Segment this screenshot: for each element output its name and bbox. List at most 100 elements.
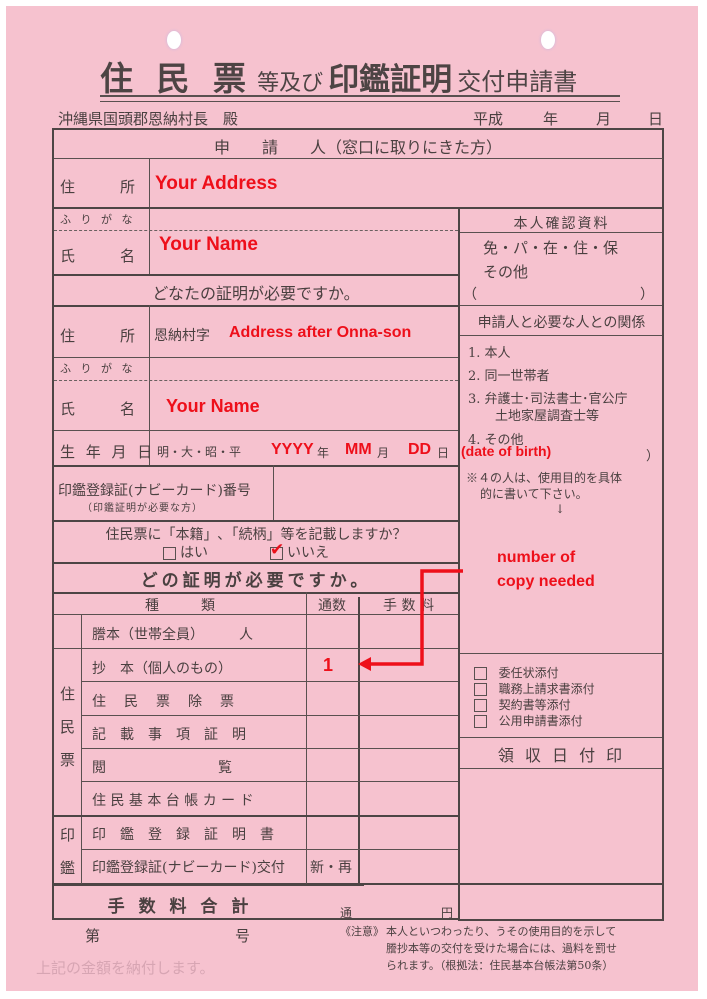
title-inkan-shomei: 印鑑証明	[328, 62, 453, 98]
row-inkan-shomei: 印 鑑 登 録 証 明 書	[92, 827, 274, 843]
applicant-name-label: 氏 名	[60, 247, 136, 265]
date-day-label: 日	[648, 110, 664, 128]
relationship-note-line2: 的に書いて下さい。	[480, 487, 588, 501]
applicant-address-value[interactable]: Your Address	[155, 173, 277, 195]
addressee: 沖縄県国頭郡恩納村長 殿	[58, 110, 239, 128]
target-name-label: 氏 名	[60, 400, 136, 418]
annotation-arrow	[358, 569, 463, 671]
dob-label: 生 年 月 日	[60, 443, 156, 461]
attachment-official-request[interactable]: 職務上請求書添付	[474, 680, 595, 697]
target-address-label: 住 所	[60, 327, 136, 345]
honseki-no-option[interactable]: ✔ いいえ	[270, 540, 329, 562]
target-address-value[interactable]: Address after Onna-son	[229, 324, 411, 342]
group-juminhyo-3: 票	[60, 751, 76, 769]
applicant-name-value[interactable]: Your Name	[159, 234, 258, 256]
relationship-note-line1: ※４の人は、使用目的を具体	[466, 471, 623, 485]
row-etsuran: 閲 覧	[92, 760, 232, 776]
navi-card-new-reissue[interactable]: 新・再	[310, 857, 352, 877]
target-header: どなたの証明が必要ですか。	[152, 284, 360, 303]
caution-line2: 謄抄本等の交付を受けた場合には、過料を罰せ	[386, 942, 617, 955]
attachment-power-of-attorney[interactable]: 委任状添付	[474, 664, 559, 681]
group-juminhyo-1: 住	[60, 685, 76, 703]
relationship-item-1[interactable]: 1. 本人	[468, 342, 511, 361]
id-docs-options[interactable]: 免・パ・在・住・保	[483, 237, 618, 258]
title-kofu-shinseisho: 交付申請書	[457, 68, 578, 96]
attachment-label: 委任状添付	[498, 666, 559, 680]
receipt-stamp-label: 領 収 日 付 印	[497, 746, 626, 765]
row-joshu: 住 民 票 除 票	[92, 694, 236, 710]
copies-field-juki-card[interactable]	[308, 783, 357, 814]
group-inkan-2: 鑑	[60, 859, 76, 877]
copies-field-inkan[interactable]	[308, 817, 357, 848]
yes-label: はい	[180, 545, 208, 561]
target-name-value[interactable]: Your Name	[166, 396, 260, 417]
title-oyobi: 等及び	[257, 71, 324, 96]
dob-day-value[interactable]: DD	[408, 441, 431, 459]
receipt-number-field[interactable]	[100, 922, 230, 944]
attachment-label: 職務上請求書添付	[498, 682, 595, 696]
copies-field-tohon[interactable]	[308, 616, 357, 647]
honseki-yes-option[interactable]: はい	[163, 542, 208, 562]
item-text: 本人	[484, 346, 511, 361]
row-kisai: 記 載 事 項 証 明	[92, 727, 246, 743]
dob-year-value[interactable]: YYYY	[271, 441, 314, 459]
arrow-head-icon	[358, 657, 371, 671]
applicant-furigana-label: ふ り が な	[60, 213, 136, 226]
relationship-paren-close: ）	[646, 449, 660, 464]
caution-label: 《注意》	[340, 925, 384, 938]
checkbox[interactable]	[474, 715, 487, 728]
checkbox[interactable]	[474, 683, 487, 696]
dob-era-options[interactable]: 明・大・昭・平	[157, 443, 241, 460]
number-suffix: 号	[235, 927, 251, 945]
row-shohon: 抄 本（個人のもの）	[92, 661, 232, 677]
punch-hole-right	[541, 31, 555, 49]
seal-card-number-field[interactable]	[275, 467, 457, 519]
number-prefix: 第	[85, 927, 101, 945]
no-label: いいえ	[287, 545, 329, 561]
caution-line1: 本人といつわったり、うその使用目的を示して	[386, 925, 617, 938]
form-title: 住 民 票 等及び 印鑑証明 交付申請書	[100, 52, 578, 98]
relationship-item-2[interactable]: 2. 同一世帯者	[468, 365, 550, 384]
faded-payment-text: 上記の金額を納付します。	[36, 959, 215, 977]
checkbox[interactable]	[474, 699, 487, 712]
copies-field-etsuran[interactable]	[308, 750, 357, 780]
check-mark-icon: ✔	[270, 539, 285, 560]
target-furigana-label: ふ り が な	[60, 362, 136, 375]
id-docs-paren-open: （	[463, 287, 477, 303]
no-checkbox[interactable]: ✔	[270, 540, 284, 560]
relationship-header: 申請人と必要な人との関係	[477, 315, 646, 331]
attachment-contract[interactable]: 契約書等添付	[474, 696, 571, 713]
dob-month-value[interactable]: MM	[345, 441, 372, 459]
row-juki-card: 住 民 基 本 台 帳 カ ー ド	[92, 793, 254, 809]
annotation-line1: number of	[497, 549, 576, 566]
id-docs-paren-close: ）	[640, 287, 654, 303]
applicant-address-label: 住 所	[60, 178, 136, 196]
item-num: 3.	[468, 392, 481, 407]
id-docs-other: その他	[483, 263, 529, 281]
col-type-header: 種 類	[145, 598, 215, 614]
copies-annotation: number of copy needed	[497, 546, 595, 594]
copies-field-joshu[interactable]	[308, 683, 357, 714]
date-month-label: 月	[596, 110, 612, 128]
dob-annotation: (date of birth)	[461, 443, 552, 459]
receipt-stamp-area	[460, 769, 663, 919]
date-era: 平成	[473, 110, 504, 128]
title-juminhyo: 住 民 票	[100, 59, 252, 98]
attachment-label: 公用申請書添付	[498, 714, 583, 728]
punch-hole-left	[167, 31, 181, 49]
total-row	[52, 884, 460, 920]
yes-checkbox[interactable]	[163, 546, 176, 560]
dob-day-unit: 日	[437, 446, 450, 460]
attachment-public-application[interactable]: 公用申請書添付	[474, 712, 583, 729]
honseki-question: 住民票に「本籍」､「続柄」等を記載しますか？	[105, 527, 407, 543]
row-navi-card: 印鑑登録証(ナビーカード)交付	[92, 860, 285, 876]
target-address-prefix: 恩納村字	[154, 328, 210, 344]
title-underline	[100, 95, 620, 102]
item-text: 同一世帯者	[484, 369, 550, 384]
copies-field-shohon[interactable]: 1	[308, 655, 348, 676]
col-copies-header: 通数	[318, 598, 346, 614]
seal-card-sublabel: （印鑑証明が必要な方）	[82, 503, 203, 514]
copies-field-kisai[interactable]	[308, 717, 357, 747]
relationship-item-3-line2: 土地家屋調査士等	[495, 409, 600, 424]
checkbox[interactable]	[474, 667, 487, 680]
